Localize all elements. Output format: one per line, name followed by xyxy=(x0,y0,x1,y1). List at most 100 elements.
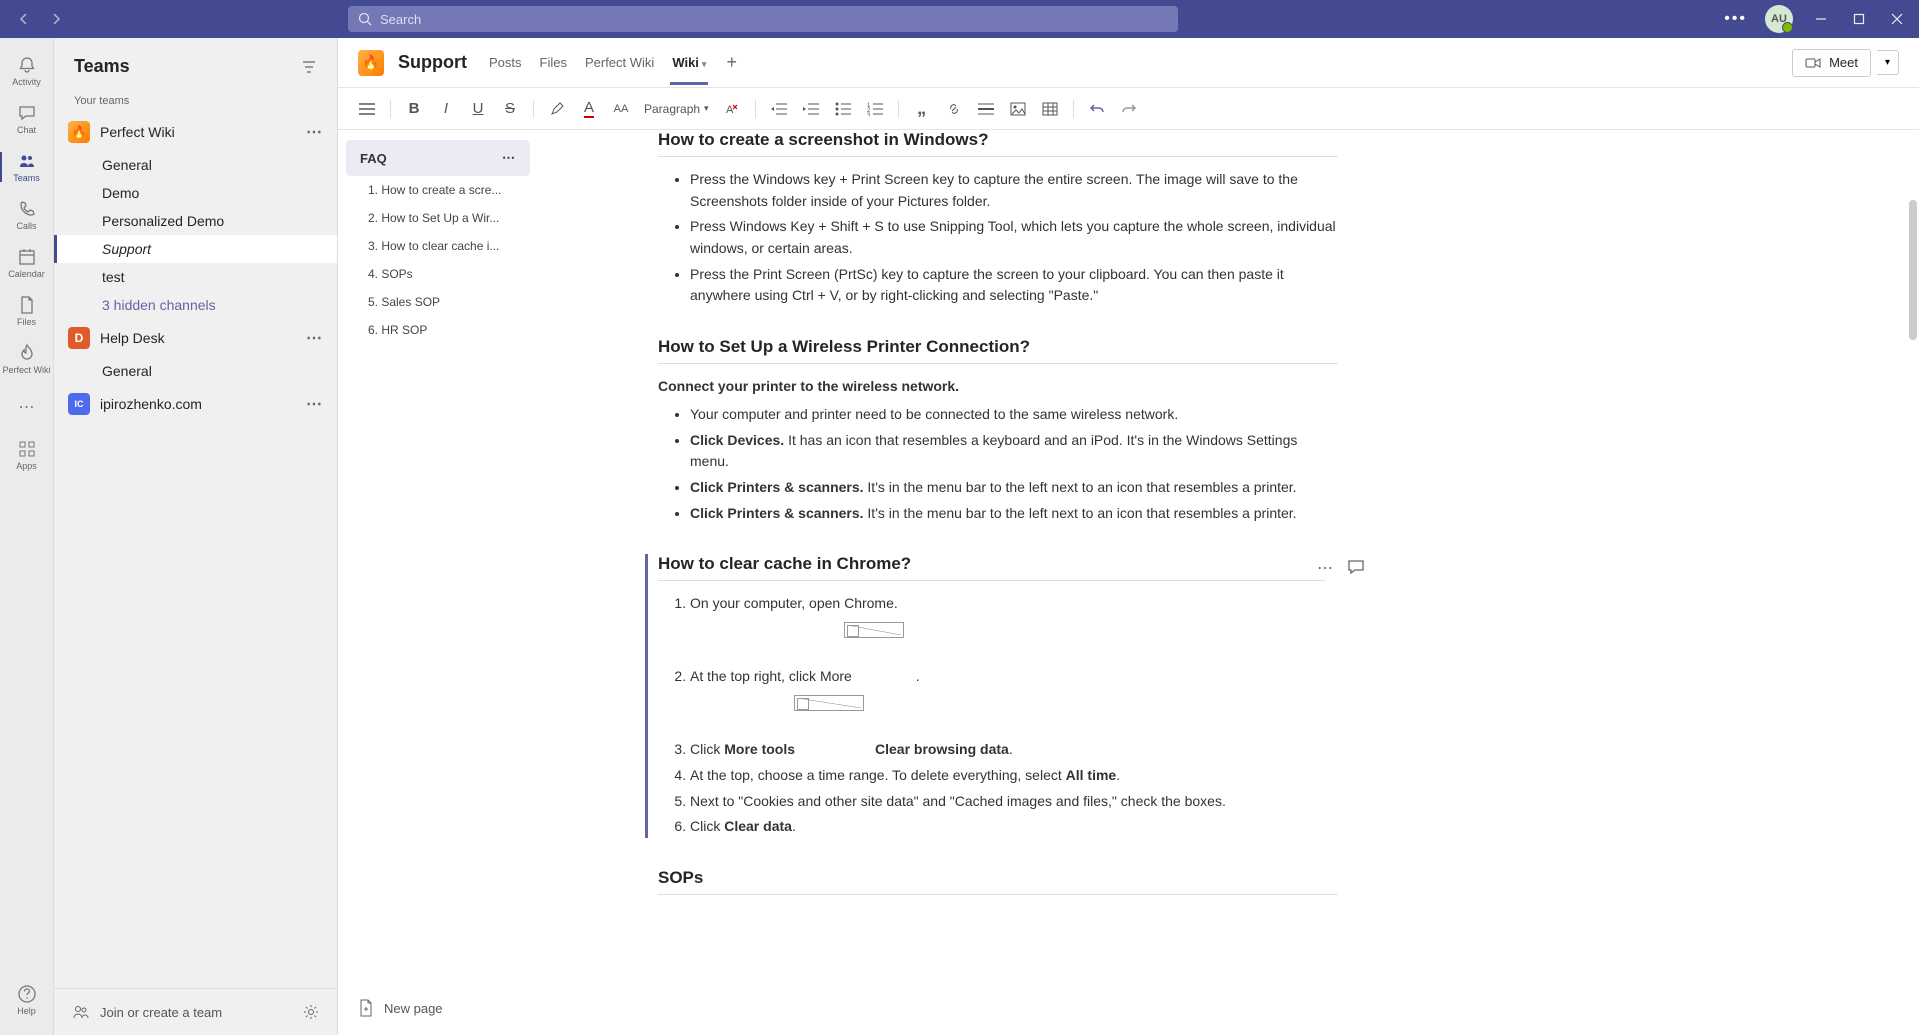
list-item: Click Devices. It has an icon that resem… xyxy=(690,430,1338,473)
bell-icon xyxy=(17,55,37,75)
underline-button[interactable]: U xyxy=(469,100,487,117)
quote-button[interactable]: „ xyxy=(913,98,931,119)
team-more-icon[interactable]: ⋯ xyxy=(306,122,323,142)
paragraph-dropdown[interactable]: Paragraph ▾ xyxy=(644,102,709,116)
forward-button[interactable] xyxy=(44,7,68,31)
calendar-icon xyxy=(17,247,37,267)
broken-image-icon xyxy=(794,695,864,711)
bullet-list-button[interactable] xyxy=(834,102,852,116)
search-input[interactable]: Search xyxy=(348,6,1178,32)
meet-button[interactable]: Meet xyxy=(1792,49,1871,77)
image-button[interactable] xyxy=(1009,102,1027,116)
channel-test[interactable]: test xyxy=(54,263,337,291)
list-item: Press Windows Key + Shift + S to use Sni… xyxy=(690,216,1338,259)
outline-panel: FAQ ⋯ 1. How to create a scre... 2. How … xyxy=(338,130,538,1035)
channel-general[interactable]: General xyxy=(54,357,337,385)
channel-personalized-demo[interactable]: Personalized Demo xyxy=(54,207,337,235)
rail-chat[interactable]: Chat xyxy=(0,96,54,142)
strike-button[interactable]: S xyxy=(501,100,519,117)
team-perfect-wiki[interactable]: 🔥 Perfect Wiki ⋯ xyxy=(54,113,337,151)
indent-button[interactable] xyxy=(802,102,820,116)
channel-demo[interactable]: Demo xyxy=(54,179,337,207)
more-icon[interactable]: ⋯ xyxy=(1317,558,1333,578)
section-printer: How to Set Up a Wireless Printer Connect… xyxy=(658,337,1338,524)
bold-button[interactable]: B xyxy=(405,100,423,117)
team-ipirozhenko[interactable]: IC ipirozhenko.com ⋯ xyxy=(54,385,337,423)
team-more-icon[interactable]: ⋯ xyxy=(306,394,323,414)
team-help-desk[interactable]: D Help Desk ⋯ xyxy=(54,319,337,357)
outdent-button[interactable] xyxy=(770,102,788,116)
people-icon xyxy=(72,1003,90,1021)
rail-calls[interactable]: Calls xyxy=(0,192,54,238)
section-chrome-cache: ⋯ How to clear cache in Chrome? On your … xyxy=(645,554,1325,838)
scroll-thumb[interactable] xyxy=(1909,200,1917,340)
number-list-button[interactable]: 123 xyxy=(866,102,884,116)
list-item: Click Printers & scanners. It's in the m… xyxy=(690,477,1338,499)
menu-icon[interactable] xyxy=(358,102,376,116)
meet-dropdown[interactable]: ▾ xyxy=(1877,50,1899,75)
list-item: Press the Windows key + Print Screen key… xyxy=(690,169,1338,212)
close-button[interactable] xyxy=(1887,9,1907,29)
undo-button[interactable] xyxy=(1088,101,1106,117)
outline-title-row[interactable]: FAQ ⋯ xyxy=(346,140,530,176)
scrollbar[interactable] xyxy=(1907,130,1919,1035)
font-size-button[interactable]: AA xyxy=(612,103,630,115)
outline-item[interactable]: 5. Sales SOP xyxy=(346,288,530,316)
rail-apps[interactable]: Apps xyxy=(0,432,54,478)
more-icon[interactable]: ••• xyxy=(1724,10,1747,28)
rail-teams[interactable]: Teams xyxy=(0,144,54,190)
channel-general[interactable]: General xyxy=(54,151,337,179)
hidden-channels-link[interactable]: 3 hidden channels xyxy=(54,291,337,319)
tab-wiki[interactable]: Wiki▾ xyxy=(670,41,708,84)
gear-icon[interactable] xyxy=(303,1004,319,1020)
join-team-button[interactable]: Join or create a team xyxy=(100,1005,222,1020)
list-item: Your computer and printer need to be con… xyxy=(690,404,1338,426)
add-tab-button[interactable]: + xyxy=(726,52,737,73)
hr-button[interactable] xyxy=(977,102,995,116)
clear-format-button[interactable]: A xyxy=(723,101,741,117)
highlight-button[interactable] xyxy=(548,101,566,117)
video-icon xyxy=(1805,55,1821,71)
list-item: Press the Print Screen (PrtSc) key to ca… xyxy=(690,264,1338,307)
tab-perfect-wiki[interactable]: Perfect Wiki xyxy=(583,41,656,84)
outline-item[interactable]: 2. How to Set Up a Wir... xyxy=(346,204,530,232)
rail-files[interactable]: Files xyxy=(0,288,54,334)
redo-button[interactable] xyxy=(1120,101,1138,117)
section-screenshot: How to create a screenshot in Windows? P… xyxy=(658,130,1338,307)
rail-more[interactable]: ⋯ xyxy=(0,384,54,430)
channel-support[interactable]: Support xyxy=(54,235,337,263)
list-item: Next to "Cookies and other site data" an… xyxy=(690,791,1325,813)
tab-files[interactable]: Files xyxy=(538,41,569,84)
table-button[interactable] xyxy=(1041,102,1059,116)
more-icon[interactable]: ⋯ xyxy=(502,150,516,166)
user-avatar[interactable]: AU xyxy=(1765,5,1793,33)
italic-button[interactable]: I xyxy=(437,100,455,117)
chat-icon xyxy=(17,103,37,123)
rail-perfect-wiki[interactable]: Perfect Wiki xyxy=(0,336,54,382)
list-item: Click More toolsClear browsing data. xyxy=(690,739,1325,761)
outline-item[interactable]: 3. How to clear cache i... xyxy=(346,232,530,260)
svg-text:3: 3 xyxy=(867,113,871,116)
document-editor[interactable]: How to create a screenshot in Windows? P… xyxy=(538,130,1919,1035)
apps-icon xyxy=(17,439,37,459)
filter-icon[interactable] xyxy=(301,59,317,75)
rail-activity[interactable]: Activity xyxy=(0,48,54,94)
rail-help[interactable]: Help xyxy=(0,977,54,1023)
font-color-button[interactable]: A xyxy=(580,99,598,118)
link-button[interactable] xyxy=(945,101,963,117)
tab-posts[interactable]: Posts xyxy=(487,41,524,84)
outline-item[interactable]: 4. SOPs xyxy=(346,260,530,288)
outline-item[interactable]: 6. HR SOP xyxy=(346,316,530,344)
comment-icon[interactable] xyxy=(1347,558,1365,578)
new-page-button[interactable]: New page xyxy=(346,991,455,1025)
team-more-icon[interactable]: ⋯ xyxy=(306,328,323,348)
maximize-button[interactable] xyxy=(1849,9,1869,29)
rail-calendar[interactable]: Calendar xyxy=(0,240,54,286)
flame-icon xyxy=(17,343,37,363)
back-button[interactable] xyxy=(12,7,36,31)
minimize-button[interactable] xyxy=(1811,9,1831,29)
section-heading: How to Set Up a Wireless Printer Connect… xyxy=(658,337,1338,364)
outline-item[interactable]: 1. How to create a scre... xyxy=(346,176,530,204)
help-icon xyxy=(17,984,37,1004)
teams-panel: Teams Your teams 🔥 Perfect Wiki ⋯ Genera… xyxy=(54,38,338,1035)
